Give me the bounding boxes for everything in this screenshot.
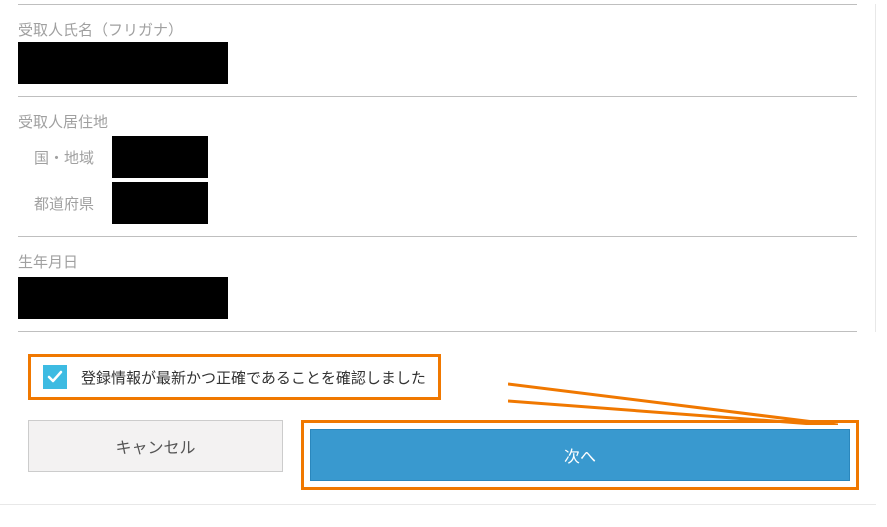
next-button[interactable]: 次へ <box>310 429 850 481</box>
confirm-checkbox[interactable] <box>43 365 67 389</box>
section-residence: 受取人居住地 国・地域 都道府県 <box>18 96 857 236</box>
divider <box>18 331 857 332</box>
bottom-border <box>0 504 876 505</box>
button-row: キャンセル 次へ <box>0 420 887 504</box>
residence-label: 受取人居住地 <box>18 111 857 132</box>
prefecture-value <box>112 182 208 224</box>
country-row: 国・地域 <box>18 136 857 178</box>
furigana-label: 受取人氏名（フリガナ） <box>18 19 857 40</box>
section-furigana: 受取人氏名（フリガナ） <box>18 4 857 96</box>
section-dob: 生年月日 <box>18 236 857 331</box>
dob-value <box>18 277 228 319</box>
confirm-area: 登録情報が最新かつ正確であることを確認しました <box>0 354 887 400</box>
country-value <box>112 136 208 178</box>
country-label: 国・地域 <box>34 147 112 168</box>
dob-label: 生年月日 <box>18 251 857 272</box>
next-highlight-box: 次へ <box>301 420 859 490</box>
checkbox-highlight-box: 登録情報が最新かつ正確であることを確認しました <box>28 354 441 400</box>
check-icon <box>47 369 63 385</box>
furigana-value <box>18 42 228 84</box>
prefecture-label: 都道府県 <box>34 193 112 214</box>
confirm-checkbox-label: 登録情報が最新かつ正確であることを確認しました <box>81 367 426 388</box>
prefecture-row: 都道府県 <box>18 182 857 224</box>
cancel-button[interactable]: キャンセル <box>28 420 283 472</box>
form-container: 受取人氏名（フリガナ） 受取人居住地 国・地域 都道府県 生年月日 <box>0 4 876 332</box>
